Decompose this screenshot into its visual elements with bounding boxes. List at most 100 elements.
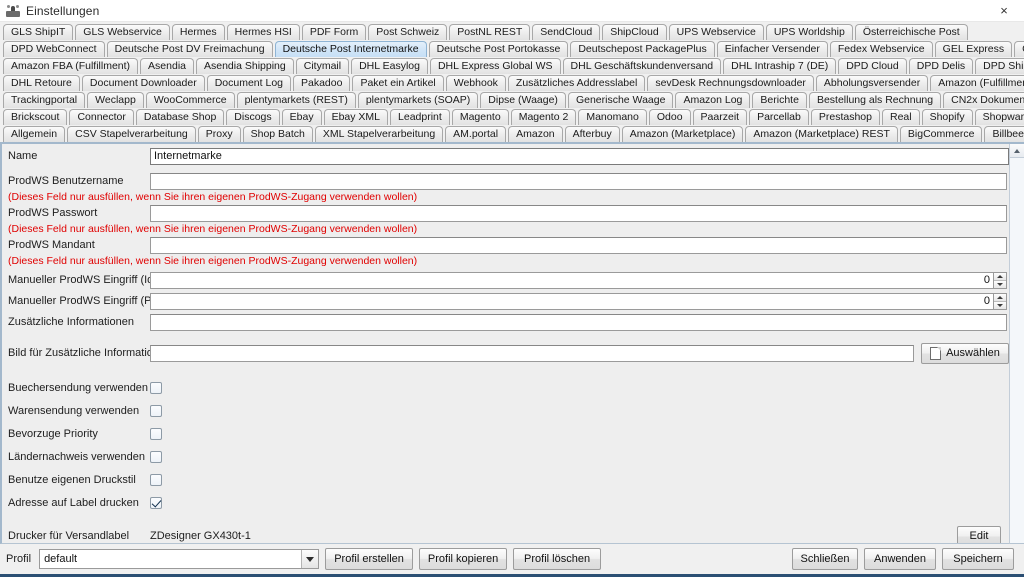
tab-zus-tzliches-addresslabel[interactable]: Zusätzliches Addresslabel xyxy=(507,75,646,91)
tab-bestellung-als-rechnung[interactable]: Bestellung als Rechnung xyxy=(808,92,942,108)
profil-select[interactable]: default xyxy=(39,549,320,569)
checkbox-adresse-auf-label-drucken[interactable] xyxy=(150,496,162,509)
tab-afterbuy[interactable]: Afterbuy xyxy=(564,126,620,142)
tab-deutsche-post-dv-freimachung[interactable]: Deutsche Post DV Freimachung xyxy=(106,41,273,57)
tab-dhl-express-global-ws[interactable]: DHL Express Global WS xyxy=(429,58,561,74)
prodws-password-input[interactable] xyxy=(150,204,1007,222)
tab-paarzeit[interactable]: Paarzeit xyxy=(692,109,748,125)
tab-prestashop[interactable]: Prestashop xyxy=(810,109,880,125)
manual-prodws-price-spin-buttons[interactable] xyxy=(994,292,1007,310)
extra-info-image-input[interactable] xyxy=(150,344,914,362)
scroll-up-icon[interactable] xyxy=(1010,144,1024,158)
tab-shipcloud[interactable]: ShipCloud xyxy=(602,24,667,40)
tab-berichte[interactable]: Berichte xyxy=(752,92,807,108)
tab-webhook[interactable]: Webhook xyxy=(445,75,506,91)
browse-file-button[interactable]: Auswählen xyxy=(921,342,1009,364)
tab-database-shop[interactable]: Database Shop xyxy=(135,109,225,125)
copy-profile-button[interactable]: Profil kopieren xyxy=(419,548,508,570)
tab-document-log[interactable]: Document Log xyxy=(206,75,291,91)
tab-trackingportal[interactable]: Trackingportal xyxy=(3,92,86,108)
spin-up-icon[interactable] xyxy=(994,272,1006,281)
tab-deutschepost-packageplus[interactable]: Deutschepost PackagePlus xyxy=(570,41,715,57)
tab-shopware[interactable]: Shopware xyxy=(974,109,1024,125)
tab-gel-express[interactable]: GEL Express xyxy=(934,41,1013,57)
tab-dpd-cloud[interactable]: DPD Cloud xyxy=(838,58,907,74)
tab-einfacher-versender[interactable]: Einfacher Versender xyxy=(716,41,828,57)
tab-ebay[interactable]: Ebay xyxy=(281,109,322,125)
tab-hermes[interactable]: Hermes xyxy=(171,24,225,40)
tab-shopify[interactable]: Shopify xyxy=(921,109,973,125)
tab-dhl-retoure[interactable]: DHL Retoure xyxy=(3,75,80,91)
close-button[interactable]: Schließen xyxy=(792,548,858,570)
tab-parcellab[interactable]: Parcellab xyxy=(749,109,809,125)
save-button[interactable]: Speichern xyxy=(942,548,1014,570)
tab-generische-waage[interactable]: Generische Waage xyxy=(567,92,674,108)
manual-prodws-price-input[interactable] xyxy=(150,292,994,310)
tab-citymail[interactable]: Citymail xyxy=(295,58,350,74)
chevron-down-icon[interactable] xyxy=(301,550,319,568)
tab-gls-shipit[interactable]: GLS ShipIT xyxy=(3,24,74,40)
apply-button[interactable]: Anwenden xyxy=(864,548,936,570)
tab-real[interactable]: Real xyxy=(881,109,920,125)
tab-dhl-gesch-ftskundenversand[interactable]: DHL Geschäftskundenversand xyxy=(562,58,722,74)
tab-amazon-marketplace-rest[interactable]: Amazon (Marketplace) REST xyxy=(745,126,898,142)
tab-fedex-webservice[interactable]: Fedex Webservice xyxy=(829,41,933,57)
scrollbar-track[interactable] xyxy=(1010,158,1024,543)
tab-plentymarkets-soap[interactable]: plentymarkets (SOAP) xyxy=(357,92,479,108)
extra-info-input[interactable] xyxy=(150,313,1007,331)
tab-amazon[interactable]: Amazon xyxy=(508,126,563,142)
spin-down-icon[interactable] xyxy=(994,280,1006,288)
tab-leadprint[interactable]: Leadprint xyxy=(390,109,450,125)
tab-deutsche-post-internetmarke[interactable]: Deutsche Post Internetmarke xyxy=(274,41,427,57)
checkbox-warensendung-verwenden[interactable] xyxy=(150,404,162,417)
tab-amazon-marketplace[interactable]: Amazon (Marketplace) xyxy=(621,126,744,142)
tab-asendia[interactable]: Asendia xyxy=(140,58,194,74)
printer-edit-button[interactable]: Edit xyxy=(957,525,1001,543)
tab-billbee[interactable]: Billbee xyxy=(984,126,1024,142)
tab-allgemein[interactable]: Allgemein xyxy=(3,126,66,142)
tab-odoo[interactable]: Odoo xyxy=(648,109,691,125)
tab-sendcloud[interactable]: SendCloud xyxy=(532,24,601,40)
manual-prodws-id-stepper[interactable] xyxy=(150,271,1007,289)
tab-asendia-shipping[interactable]: Asendia Shipping xyxy=(196,58,294,74)
tab-gls-gepard[interactable]: GLS Gepard xyxy=(1014,41,1024,57)
vertical-scrollbar[interactable] xyxy=(1009,144,1024,544)
tab-cn2x-dokument[interactable]: CN2x Dokument xyxy=(943,92,1024,108)
tab-hermes-hsi[interactable]: Hermes HSI xyxy=(226,24,300,40)
tab-connector[interactable]: Connector xyxy=(69,109,134,125)
tab-am-portal[interactable]: AM.portal xyxy=(445,126,507,142)
tab-dpd-delis[interactable]: DPD Delis xyxy=(908,58,974,74)
tab-magento-2[interactable]: Magento 2 xyxy=(510,109,577,125)
close-icon[interactable]: × xyxy=(984,0,1024,22)
tab-deutsche-post-portokasse[interactable]: Deutsche Post Portokasse xyxy=(428,41,569,57)
checkbox-bevorzuge-priority[interactable] xyxy=(150,427,162,440)
tab-brickscout[interactable]: Brickscout xyxy=(3,109,68,125)
tab-dipse-waage[interactable]: Dipse (Waage) xyxy=(480,92,566,108)
manual-prodws-price-stepper[interactable] xyxy=(150,292,1007,310)
tab-manomano[interactable]: Manomano xyxy=(578,109,647,125)
tab-ebay-xml[interactable]: Ebay XML xyxy=(323,109,389,125)
tab-xml-stapelverarbeitung[interactable]: XML Stapelverarbeitung xyxy=(314,126,444,142)
tab-woocommerce[interactable]: WooCommerce xyxy=(145,92,235,108)
tab-csv-stapelverarbeitung[interactable]: CSV Stapelverarbeitung xyxy=(67,126,196,142)
tab-pdf-form[interactable]: PDF Form xyxy=(301,24,367,40)
prodws-username-input[interactable] xyxy=(150,172,1007,190)
tab-document-downloader[interactable]: Document Downloader xyxy=(81,75,205,91)
prodws-mandant-input[interactable] xyxy=(150,236,1007,254)
tab-sterreichische-post[interactable]: Österreichische Post xyxy=(854,24,968,40)
tab-plentymarkets-rest[interactable]: plentymarkets (REST) xyxy=(236,92,356,108)
tab-dhl-easylog[interactable]: DHL Easylog xyxy=(351,58,428,74)
tab-bigcommerce[interactable]: BigCommerce xyxy=(899,126,983,142)
tab-post-schweiz[interactable]: Post Schweiz xyxy=(368,24,448,40)
name-input[interactable] xyxy=(150,147,1009,165)
tab-amazon-log[interactable]: Amazon Log xyxy=(675,92,751,108)
tab-ups-worldship[interactable]: UPS Worldship xyxy=(765,24,853,40)
tab-magento[interactable]: Magento xyxy=(451,109,509,125)
tab-amazon-fba-fulfillment[interactable]: Amazon FBA (Fulfillment) xyxy=(3,58,139,74)
checkbox-buechersendung-verwenden[interactable] xyxy=(150,381,162,394)
tab-shop-batch[interactable]: Shop Batch xyxy=(242,126,313,142)
tab-postnl-rest[interactable]: PostNL REST xyxy=(449,24,531,40)
tab-pakadoo[interactable]: Pakadoo xyxy=(293,75,351,91)
checkbox-l-ndernachweis-verwenden[interactable] xyxy=(150,450,162,463)
tab-dpd-webconnect[interactable]: DPD WebConnect xyxy=(3,41,105,57)
